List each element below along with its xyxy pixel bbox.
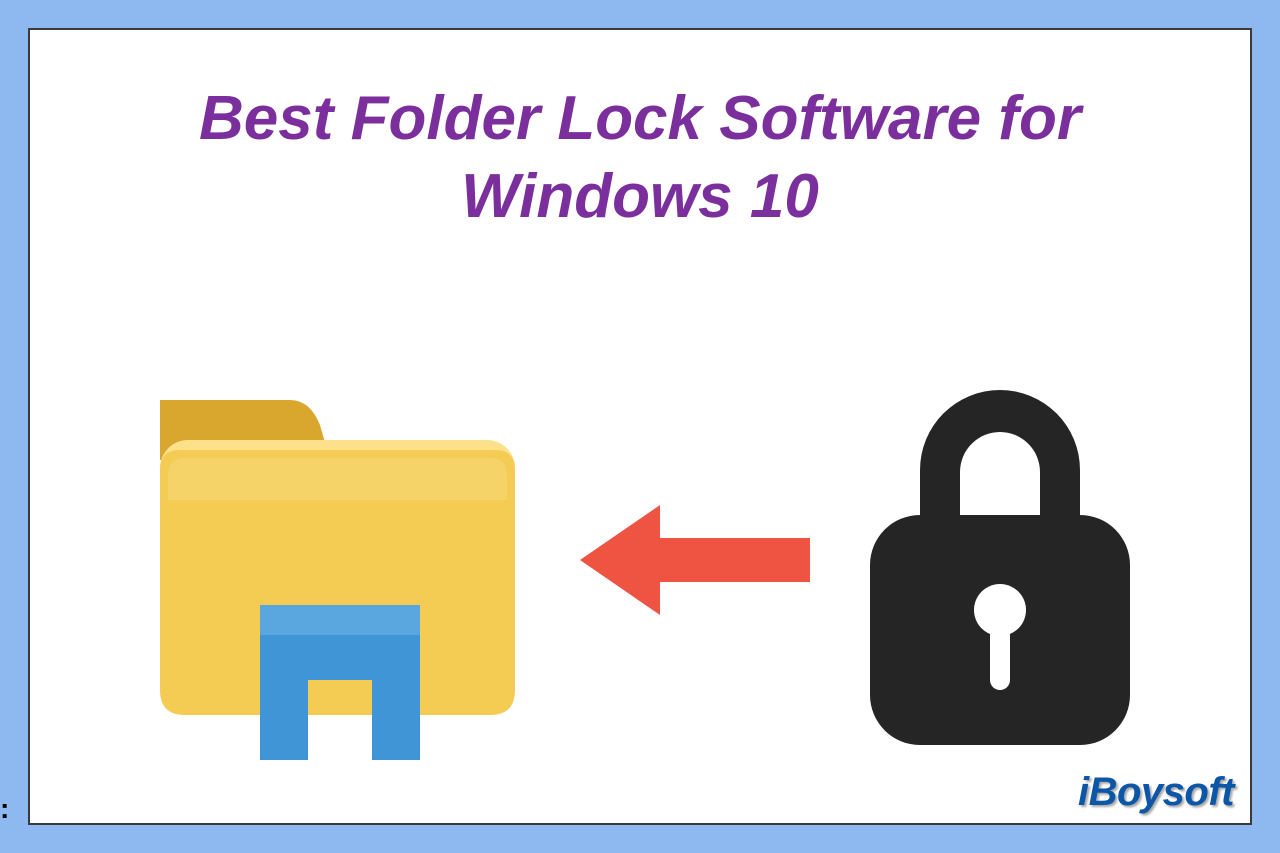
content-panel: Best Folder Lock Software for Windows 10 xyxy=(28,28,1252,825)
page-title: Best Folder Lock Software for Windows 10 xyxy=(30,80,1250,235)
stray-colon: : xyxy=(0,793,9,825)
folder-icon xyxy=(120,350,550,770)
lock-icon xyxy=(840,360,1160,760)
brand-logo: iBoysoft xyxy=(1078,770,1234,815)
graphic-row xyxy=(30,340,1250,780)
arrow-left-icon xyxy=(580,500,810,620)
outer-border: Best Folder Lock Software for Windows 10 xyxy=(0,0,1280,853)
